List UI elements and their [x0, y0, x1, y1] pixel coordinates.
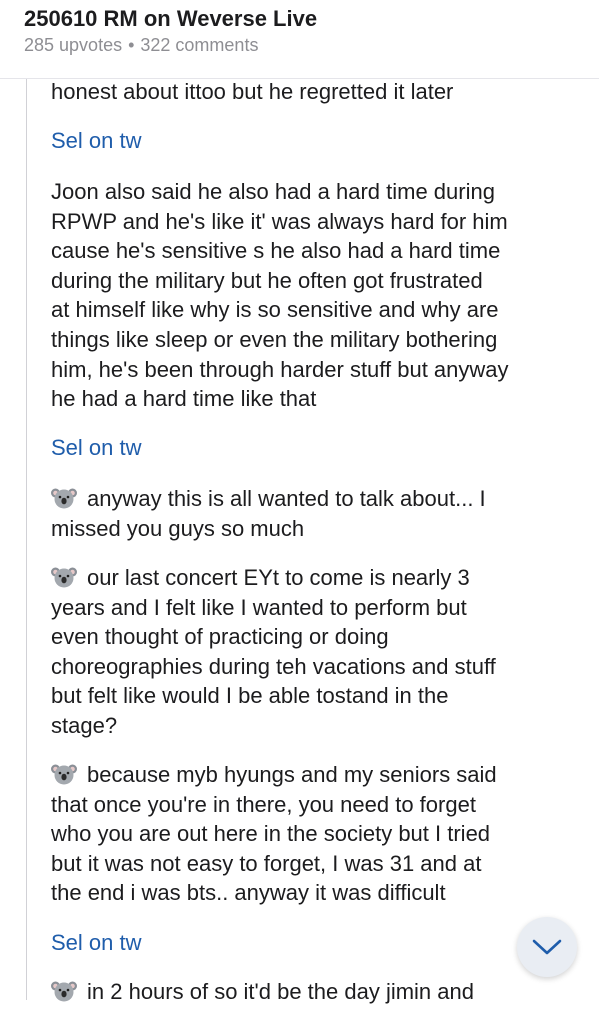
koala-emoji-icon	[51, 762, 77, 786]
source-link[interactable]: Sel on tw	[51, 928, 591, 958]
text-line: who you are out here in the society but …	[51, 821, 491, 847]
chevron-down-icon	[532, 939, 562, 955]
text-line: that once you're in there, you need to f…	[51, 791, 476, 817]
text-line: years and I felt like I wanted to perfor…	[51, 594, 467, 620]
koala-paragraph-partial: in 2 hours of so it'd be the day jimin a…	[51, 977, 591, 1007]
comment-count: 322 comments	[140, 35, 259, 55]
text-line: he had a hard time like that	[51, 386, 317, 412]
text-line: but it was not easy to forget, I was 31 …	[51, 850, 482, 876]
text-line: honest about ittoo but he regretted it l…	[51, 79, 454, 104]
koala-paragraph: anyway this is all wanted to talk about.…	[51, 484, 591, 543]
text-line: during the military but he often got fru…	[51, 267, 483, 293]
text-line: our last concert EYt to come is nearly 3	[51, 563, 591, 593]
text-line: stage?	[51, 712, 118, 738]
post-meta: 285 upvotes • 322 comments	[24, 35, 258, 56]
link-text[interactable]: Sel on tw	[51, 930, 142, 955]
koala-paragraph: because myb hyungs and my seniors said t…	[51, 760, 591, 908]
text-line: anyway this is all wanted to talk about.…	[51, 484, 591, 514]
comment-thread-line[interactable]	[26, 78, 27, 1000]
text-line: RPWP and he's like it' was always hard f…	[51, 208, 508, 234]
link-text[interactable]: Sel on tw	[51, 128, 142, 153]
text-line: because myb hyungs and my seniors said	[51, 760, 591, 790]
post-title: 250610 RM on Weverse Live	[24, 6, 318, 31]
post-header: 250610 RM on Weverse Live 285 upvotes • 32…	[0, 0, 599, 79]
source-link[interactable]: Sel on tw	[51, 433, 591, 463]
koala-emoji-icon	[51, 979, 77, 1003]
comment-paragraph: Joon also said he also had a hard time d…	[51, 177, 591, 414]
text-line: missed you guys so much	[51, 515, 305, 541]
koala-emoji-icon	[51, 486, 77, 510]
comment-text-partial: honest about ittoo but he regretted it l…	[51, 77, 591, 107]
text-line: in 2 hours of so it'd be the day jimin a…	[51, 977, 591, 1007]
text-line: things like sleep or even the military b…	[51, 326, 498, 352]
meta-separator: •	[128, 35, 135, 55]
koala-paragraph: our last concert EYt to come is nearly 3…	[51, 563, 591, 741]
source-link[interactable]: Sel on tw	[51, 126, 591, 156]
text-line: at himself like why is so sensitive and …	[51, 297, 499, 323]
text-line: but felt like would I be able tostand in…	[51, 683, 449, 709]
upvote-count: 285 upvotes	[24, 35, 123, 55]
scroll-down-button[interactable]	[517, 917, 577, 977]
text-line: choreographies during teh vacations and …	[51, 653, 496, 679]
text-line: cause he's sensitive s he also had a har…	[51, 238, 501, 264]
koala-emoji-icon	[51, 565, 77, 589]
text-line: him, he's been through harder stuff but …	[51, 356, 509, 382]
link-text[interactable]: Sel on tw	[51, 435, 142, 460]
text-line: even thought of practicing or doing	[51, 624, 389, 650]
text-line: the end i was bts.. anyway it was diffic…	[51, 880, 446, 906]
text-line: Joon also said he also had a hard time d…	[51, 179, 495, 204]
